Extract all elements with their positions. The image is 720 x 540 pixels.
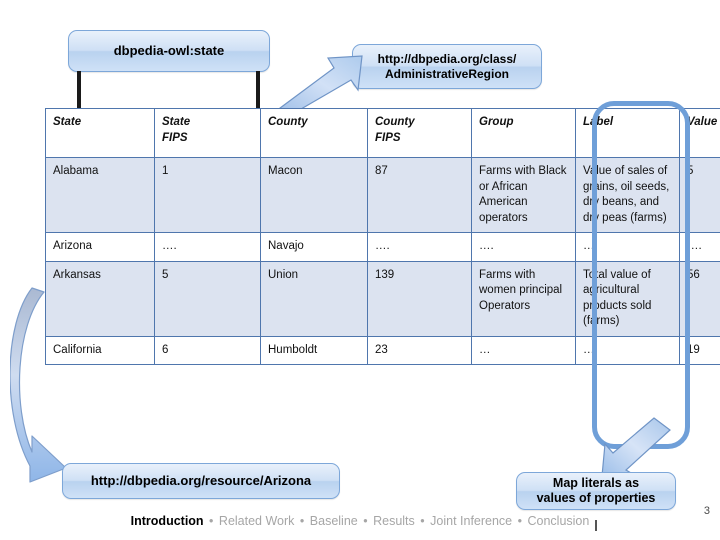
column-header-county-line1: County xyxy=(268,116,308,128)
cell-county-fips: 87 xyxy=(367,156,472,234)
cell-label: Value of sales of grains, oil seeds, dry… xyxy=(575,156,680,234)
cell-group: … xyxy=(471,335,576,366)
nav-item-introduction[interactable]: Introduction xyxy=(131,514,204,528)
slide-canvas: dbpedia-owl:state http://dbpedia.org/cla… xyxy=(0,0,720,540)
callout-map-literals[interactable]: Map literals as values of properties xyxy=(516,472,676,510)
nav-item-baseline[interactable]: Baseline xyxy=(310,514,358,528)
column-header-state-fips: State FIPS xyxy=(154,108,261,158)
column-header-state-line1: State xyxy=(53,116,82,128)
cell-value: …. xyxy=(679,232,720,262)
nav-separator: • xyxy=(420,514,425,528)
cell-county-fips: …. xyxy=(367,232,472,262)
nav-separator: • xyxy=(363,514,368,528)
table-row: California 6 Humboldt 23 … …. 19 xyxy=(45,335,720,366)
cell-county: Navajo xyxy=(260,232,368,262)
callout-map-literals-text: Map literals as values of properties xyxy=(537,476,656,507)
cell-label: …. xyxy=(575,335,680,366)
column-header-state-fips-line1: State xyxy=(162,116,191,128)
cell-group: …. xyxy=(471,232,576,262)
column-header-county-fips-line1: County xyxy=(375,116,415,128)
nav-separator: • xyxy=(299,514,305,528)
cell-county: Humboldt xyxy=(260,335,368,366)
column-header-state-fips-line2: FIPS xyxy=(162,131,188,144)
connector-stem-map-literals xyxy=(595,520,597,531)
cell-county: Macon xyxy=(260,156,368,234)
arrow-curved-down-icon xyxy=(10,287,67,483)
table-row: Arizona …. Navajo …. …. …. …. xyxy=(45,232,720,262)
section-navbar: Introduction • Related Work • Baseline •… xyxy=(0,514,720,528)
nav-separator: • xyxy=(517,514,523,528)
cell-value: 19 xyxy=(679,335,720,366)
cell-state-fips: 5 xyxy=(154,260,261,337)
callout-map-literals-line2: values of properties xyxy=(536,491,656,505)
callout-state-property[interactable]: dbpedia-owl:state xyxy=(68,30,270,72)
cell-value: 5 xyxy=(679,156,720,234)
callout-resource-uri-label: http://dbpedia.org/resource/Arizona xyxy=(90,473,312,489)
callout-state-property-label: dbpedia-owl:state xyxy=(113,43,225,59)
callout-resource-uri[interactable]: http://dbpedia.org/resource/Arizona xyxy=(62,463,340,499)
column-header-value-line1: Value xyxy=(687,116,718,128)
column-header-label: Label xyxy=(575,108,680,158)
column-header-value: Value xyxy=(679,108,720,158)
nav-item-results[interactable]: Results xyxy=(373,514,415,528)
table-row: Alabama 1 Macon 87 Farms with Black or A… xyxy=(45,156,720,234)
column-header-county-fips-line2: FIPS xyxy=(375,131,401,144)
connector-stem-state xyxy=(77,71,81,112)
data-table-container: State State FIPS County County FIPS Grou xyxy=(45,108,720,445)
column-header-label-line1: Label xyxy=(583,116,614,128)
callout-class-uri-line1: http://dbpedia.org/class/ xyxy=(377,51,517,66)
callout-class-uri-text: http://dbpedia.org/class/ Administrative… xyxy=(378,52,517,81)
cell-state-fips: 1 xyxy=(154,156,261,234)
column-header-group-line1: Group xyxy=(479,116,514,128)
nav-item-conclusion[interactable]: Conclusion xyxy=(528,514,590,528)
cell-state: Alabama xyxy=(45,156,155,234)
nav-separator: • xyxy=(209,514,214,528)
nav-item-joint-inference[interactable]: Joint Inference xyxy=(430,514,512,528)
cell-county: Union xyxy=(260,260,368,337)
cell-group: Farms with Black or African American ope… xyxy=(471,156,576,234)
page-number: 3 xyxy=(703,505,710,517)
cell-group: Farms with women principal Operators xyxy=(471,260,576,337)
callout-map-literals-line1: Map literals as xyxy=(552,475,640,490)
column-header-state: State xyxy=(45,108,155,158)
cell-value: 56 xyxy=(679,260,720,337)
connector-stem-county xyxy=(256,71,260,112)
cell-county-fips: 23 xyxy=(367,335,472,366)
data-table: State State FIPS County County FIPS Grou xyxy=(45,108,720,366)
cell-state-fips: …. xyxy=(154,232,261,262)
column-header-group: Group xyxy=(471,108,576,158)
column-header-county-fips: County FIPS xyxy=(367,108,472,158)
table-header-row: State State FIPS County County FIPS Grou xyxy=(45,108,720,158)
column-header-county: County xyxy=(260,108,368,158)
callout-class-uri-line2: AdministrativeRegion xyxy=(384,66,510,81)
arrow-down-left-icon xyxy=(601,417,671,477)
cell-label: Total value of agricultural products sol… xyxy=(575,260,680,337)
cell-state: Arizona xyxy=(45,232,155,262)
cell-state-fips: 6 xyxy=(154,335,261,366)
callout-class-uri[interactable]: http://dbpedia.org/class/ Administrative… xyxy=(352,44,542,89)
nav-item-related-work[interactable]: Related Work xyxy=(219,514,295,528)
cell-county-fips: 139 xyxy=(367,260,472,337)
table-row: Arkansas 5 Union 139 Farms with women pr… xyxy=(45,260,720,337)
cell-label: …. xyxy=(575,232,680,262)
